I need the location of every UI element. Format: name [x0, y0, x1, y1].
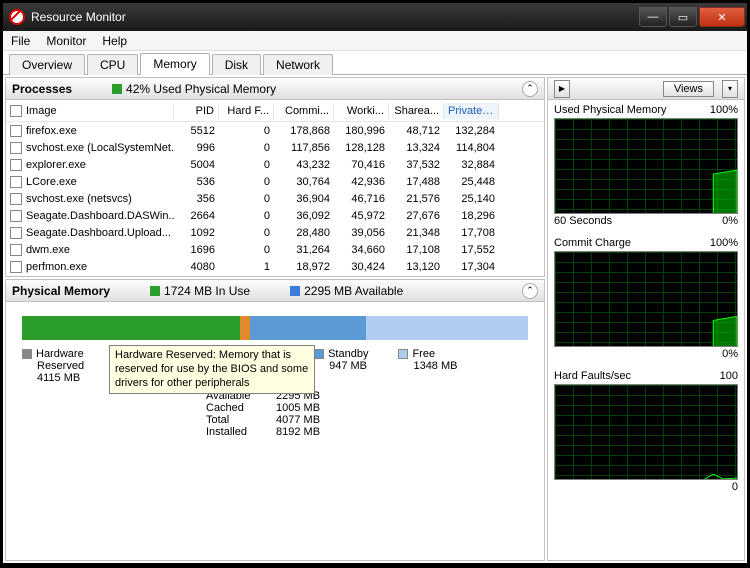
- table-row[interactable]: firefox.exe55120178,868180,99648,712132,…: [6, 122, 544, 139]
- physmem-inuse: 1724 MB In Use: [164, 284, 250, 298]
- titlebar[interactable]: Resource Monitor — ▭ ✕: [3, 3, 747, 31]
- membar-modified: [240, 316, 250, 340]
- processes-summary: 42% Used Physical Memory: [126, 82, 276, 96]
- memory-bar: [22, 316, 528, 340]
- table-row[interactable]: Seagate.Dashboard.Upload...1092028,48039…: [6, 224, 544, 241]
- processes-title: Processes: [12, 82, 72, 96]
- table-row[interactable]: Seagate.Dashboard.DASWin...2664036,09245…: [6, 207, 544, 224]
- row-checkbox[interactable]: [10, 210, 22, 222]
- physical-memory-panel: Physical Memory 1724 MB In Use 2295 MB A…: [5, 279, 545, 561]
- chart-2: Hard Faults/sec1000: [548, 366, 744, 499]
- col-commit[interactable]: Commi...: [274, 103, 334, 119]
- tab-cpu[interactable]: CPU: [87, 54, 138, 75]
- row-checkbox[interactable]: [10, 261, 22, 273]
- collapse-icon[interactable]: ⌃: [522, 283, 538, 299]
- processes-table: Image PID Hard F... Commi... Worki... Sh…: [6, 100, 544, 276]
- window-title: Resource Monitor: [31, 10, 637, 24]
- tooltip: Hardware Reserved: Memory that is reserv…: [109, 345, 315, 394]
- avail-key-icon: [290, 286, 300, 296]
- free-swatch: [398, 349, 408, 359]
- table-row[interactable]: LCore.exe536030,76442,93617,48825,448: [6, 173, 544, 190]
- col-pid[interactable]: PID: [174, 103, 219, 119]
- col-working[interactable]: Worki...: [334, 103, 389, 119]
- memory-legend: Hardware Reserved 4115 MB Hardware Reser…: [6, 348, 544, 384]
- chart-title: Commit Charge: [554, 237, 631, 249]
- physmem-header[interactable]: Physical Memory 1724 MB In Use 2295 MB A…: [6, 280, 544, 302]
- col-private[interactable]: Private ...: [444, 103, 499, 119]
- row-checkbox[interactable]: [10, 227, 22, 239]
- menu-help[interactable]: Help: [102, 34, 127, 48]
- chart-max: 100%: [710, 104, 738, 116]
- physmem-title: Physical Memory: [12, 284, 110, 298]
- row-checkbox[interactable]: [10, 193, 22, 205]
- chart-canvas: [554, 118, 738, 214]
- col-hardfaults[interactable]: Hard F...: [219, 103, 274, 119]
- inuse-key-icon: [150, 286, 160, 296]
- row-checkbox[interactable]: [10, 244, 22, 256]
- menubar: File Monitor Help: [3, 31, 747, 51]
- tab-network[interactable]: Network: [263, 54, 333, 75]
- membar-standby: [250, 316, 366, 340]
- app-icon: [9, 9, 25, 25]
- table-row[interactable]: perfmon.exe4080118,97230,42413,12017,304: [6, 258, 544, 275]
- menu-file[interactable]: File: [11, 34, 30, 48]
- charts-pane: ▶ Views ▾ Used Physical Memory100%60 Sec…: [547, 77, 745, 561]
- table-row[interactable]: svchost.exe (netsvcs)356036,90446,71621,…: [6, 190, 544, 207]
- row-checkbox[interactable]: [10, 159, 22, 171]
- chart-canvas: [554, 384, 738, 480]
- row-checkbox[interactable]: [10, 125, 22, 137]
- col-shareable[interactable]: Sharea...: [389, 103, 444, 119]
- physmem-avail: 2295 MB Available: [304, 284, 403, 298]
- tab-overview[interactable]: Overview: [9, 54, 85, 75]
- table-row[interactable]: explorer.exe5004043,23270,41637,53232,88…: [6, 156, 544, 173]
- mem-key-icon: [112, 84, 122, 94]
- checkbox-all[interactable]: [10, 105, 22, 117]
- processes-panel: Processes 42% Used Physical Memory ⌃ Ima…: [5, 77, 545, 277]
- views-button[interactable]: Views: [663, 81, 714, 97]
- close-button[interactable]: ✕: [699, 7, 745, 27]
- processes-header[interactable]: Processes 42% Used Physical Memory ⌃: [6, 78, 544, 100]
- membar-inuse: [22, 316, 240, 340]
- views-dropdown-icon[interactable]: ▾: [722, 80, 738, 98]
- row-checkbox[interactable]: [10, 176, 22, 188]
- standby-swatch: [314, 349, 324, 359]
- tabbar: Overview CPU Memory Disk Network: [3, 51, 747, 75]
- membar-free: [366, 316, 528, 340]
- col-image[interactable]: Image: [6, 103, 174, 119]
- collapse-icon[interactable]: ⌃: [522, 81, 538, 97]
- chart-canvas: [554, 251, 738, 347]
- row-checkbox[interactable]: [10, 142, 22, 154]
- maximize-button[interactable]: ▭: [669, 7, 697, 27]
- chart-max: 100: [720, 370, 738, 382]
- hw-swatch: [22, 349, 32, 359]
- table-row[interactable]: svchost.exe (LocalSystemNet...9960117,85…: [6, 139, 544, 156]
- menu-monitor[interactable]: Monitor: [46, 34, 86, 48]
- tab-disk[interactable]: Disk: [212, 54, 261, 75]
- chart-title: Used Physical Memory: [554, 104, 666, 116]
- chart-max: 100%: [710, 237, 738, 249]
- tab-memory[interactable]: Memory: [140, 53, 209, 75]
- resource-monitor-window: Resource Monitor — ▭ ✕ File Monitor Help…: [2, 2, 748, 564]
- chart-0: Used Physical Memory100%60 Seconds0%: [548, 100, 744, 233]
- table-row[interactable]: dwm.exe1696031,26434,66017,10817,552: [6, 241, 544, 258]
- chart-title: Hard Faults/sec: [554, 370, 631, 382]
- pane-expand-button[interactable]: ▶: [554, 80, 570, 98]
- memory-stats: Available2295 MB Cached1005 MB Total4077…: [206, 390, 544, 438]
- minimize-button[interactable]: —: [639, 7, 667, 27]
- chart-1: Commit Charge100%0%: [548, 233, 744, 366]
